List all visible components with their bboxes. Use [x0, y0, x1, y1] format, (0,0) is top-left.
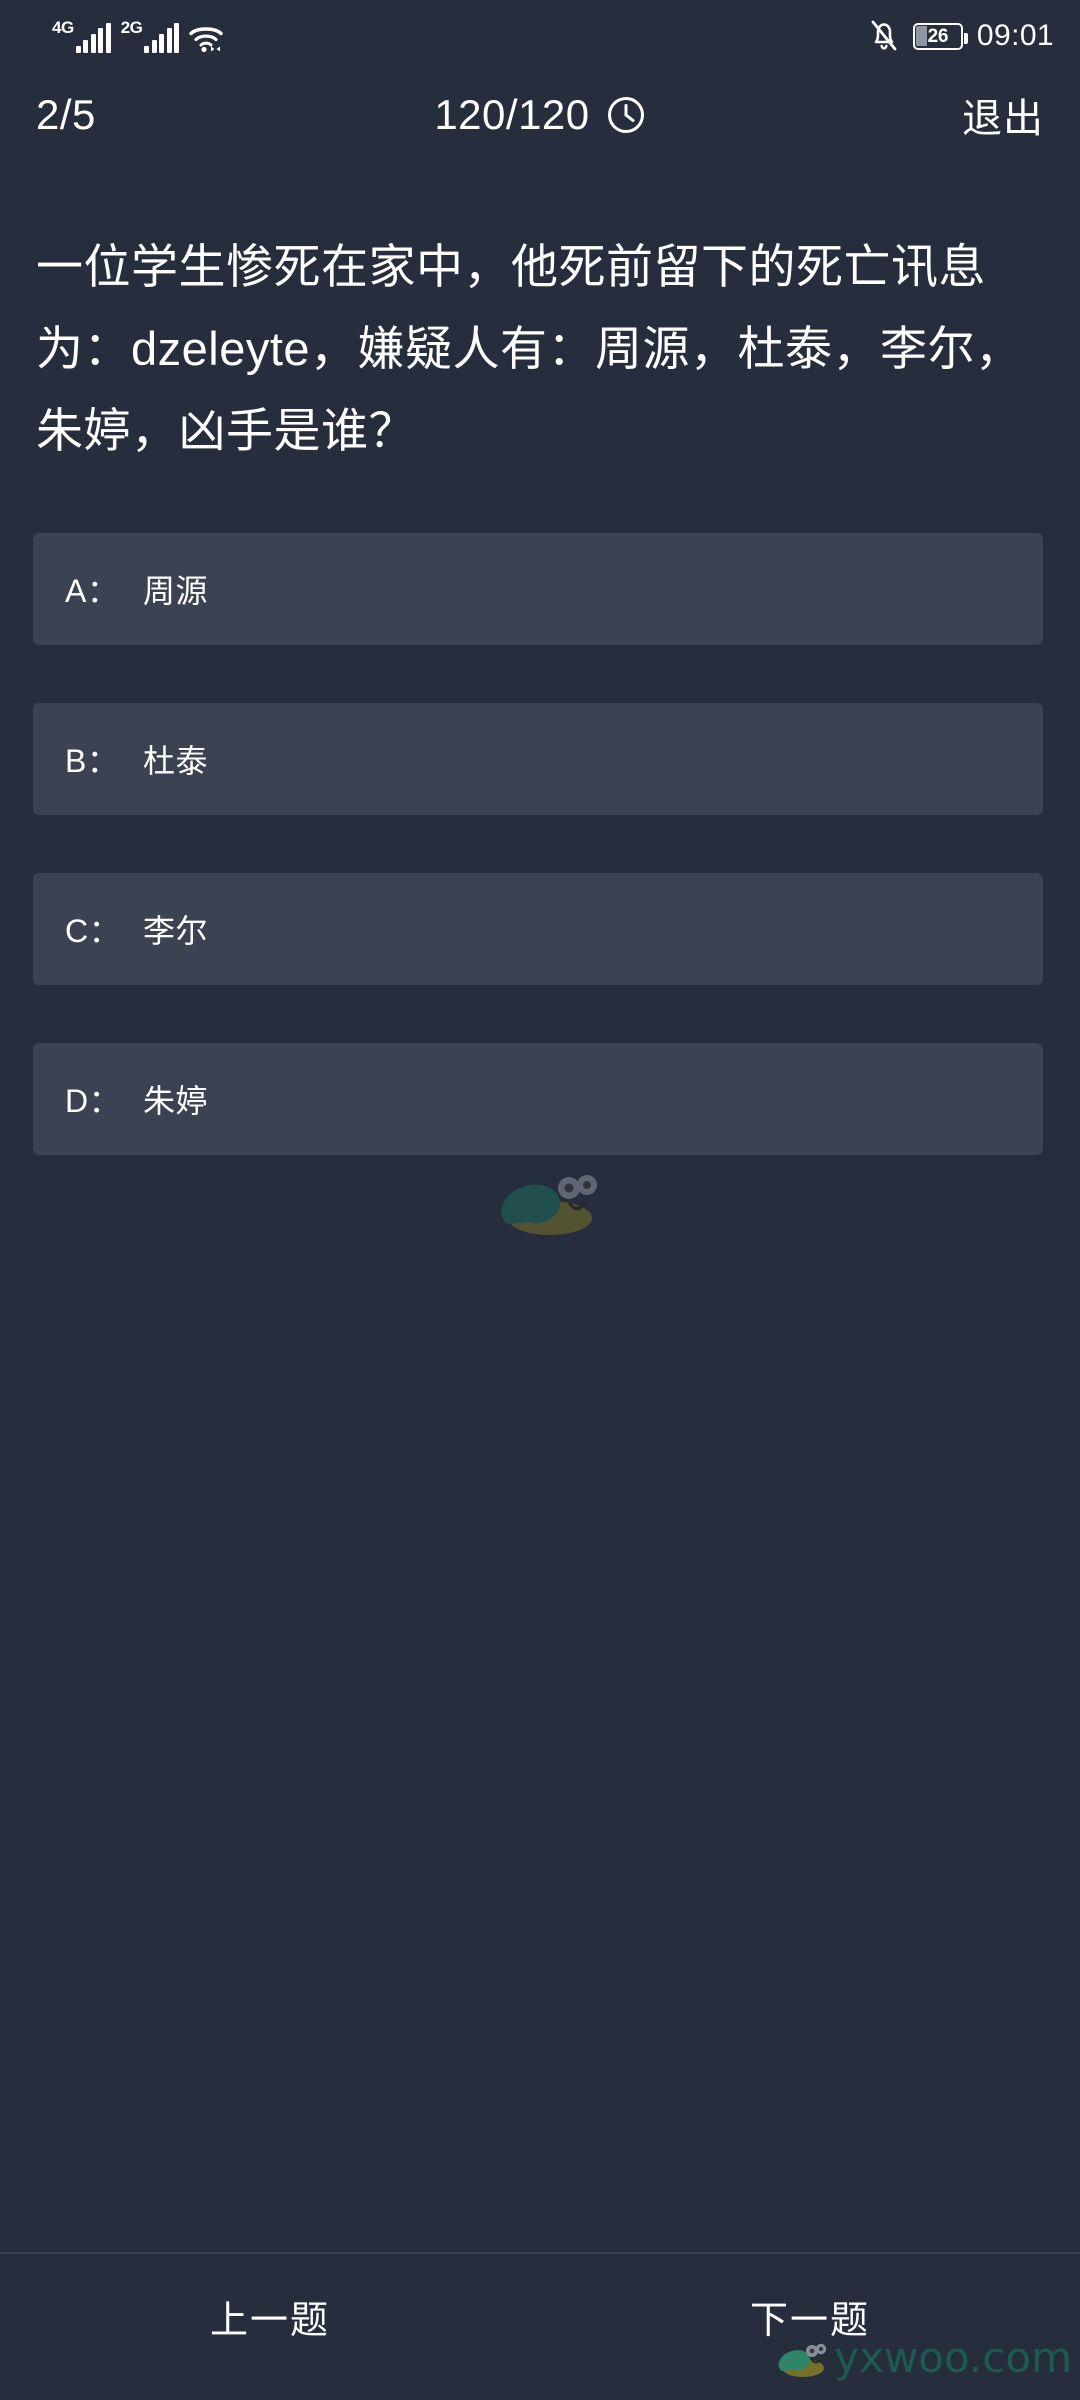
bell-off-icon [869, 19, 899, 53]
clock-icon [606, 95, 646, 135]
option-a-label: 周源 [143, 573, 209, 609]
options-list: A： 周源 B： 杜泰 C： 李尔 D： 朱婷 [33, 533, 1043, 1213]
quiz-header: 2/5 120/120 退出 [0, 72, 1080, 158]
status-bar-time: 09:01 [976, 19, 1054, 52]
question-text: 一位学生惨死在家中，他死前留下的死亡讯息为：dzeleyte，嫌疑人有：周源，杜… [36, 240, 1023, 457]
battery-icon: 26 [912, 22, 968, 50]
option-a[interactable]: A： 周源 [33, 533, 1043, 645]
option-c-letter: C： [65, 913, 122, 949]
option-a-letter: A： [65, 573, 120, 609]
option-b[interactable]: B： 杜泰 [33, 703, 1043, 815]
network-type-label-1: 4G [52, 18, 74, 37]
signal-bars-icon-1 [75, 23, 111, 53]
previous-question-button[interactable]: 上一题 [0, 2289, 540, 2366]
site-watermark-text: yxwoo.com [834, 2333, 1072, 2382]
option-c-label: 李尔 [143, 913, 209, 949]
status-bar: 4G 2G 26 09:01 [0, 0, 1080, 72]
site-watermark: yxwoo.com [774, 2333, 1072, 2382]
option-b-label: 杜泰 [143, 743, 209, 779]
snail-icon [490, 1160, 600, 1240]
timer-group: 120/120 [0, 91, 1080, 139]
wifi-icon [189, 23, 224, 53]
battery-level-label: 26 [927, 25, 949, 47]
signal-indicator-1: 4G [52, 19, 111, 53]
option-b-letter: B： [65, 743, 120, 779]
timer-label: 120/120 [434, 91, 590, 138]
snail-logo-icon [774, 2337, 827, 2379]
network-type-label-2: 2G [120, 18, 143, 37]
option-d[interactable]: D： 朱婷 [33, 1043, 1043, 1155]
battery-fill [916, 26, 928, 46]
option-d-letter: D： [65, 1083, 122, 1119]
signal-indicator-2: 2G [121, 19, 180, 53]
signal-bars-icon-2 [144, 23, 180, 53]
status-bar-right: 26 09:01 [869, 19, 1054, 53]
question-progress-label: 2/5 [36, 91, 96, 138]
status-bar-left: 4G 2G [52, 19, 224, 53]
exit-button[interactable]: 退出 [962, 86, 1044, 144]
option-d-label: 朱婷 [143, 1083, 209, 1119]
option-c[interactable]: C： 李尔 [33, 873, 1043, 985]
